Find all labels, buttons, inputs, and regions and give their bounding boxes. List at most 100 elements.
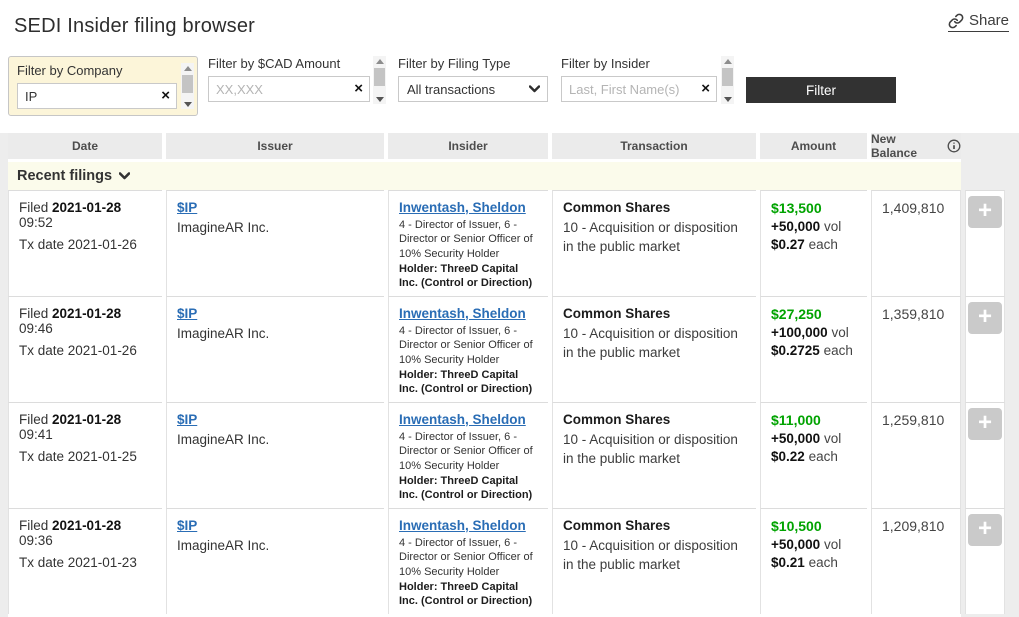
amount-filter-label: Filter by $CAD Amount — [208, 56, 370, 71]
insider-roles: 4 - Director of Issuer, 6 - Director or … — [399, 536, 538, 579]
tx-date: Tx date 2021-01-26 — [19, 343, 152, 358]
spinner-track[interactable] — [721, 66, 734, 94]
amount-value: $11,000 — [771, 412, 857, 428]
amount-value: $13,500 — [771, 200, 857, 216]
header-new-balance: New Balance — [871, 133, 961, 159]
clear-icon[interactable]: × — [352, 80, 365, 98]
issuer-cell: $IP ImagineAR Inc. — [166, 402, 384, 508]
page-title: SEDI Insider filing browser — [14, 15, 255, 38]
top-bar: SEDI Insider filing browser Share — [0, 0, 1019, 46]
insider-roles: 4 - Director of Issuer, 6 - Director or … — [399, 218, 538, 261]
recent-filings-toggle[interactable]: Recent filings — [8, 162, 961, 190]
plus-icon: + — [978, 411, 992, 435]
spinner-down-arrow-icon[interactable] — [181, 99, 194, 109]
filing-type-filter-label: Filter by Filing Type — [398, 56, 548, 71]
clear-icon[interactable]: × — [699, 80, 712, 98]
amount-cell: $27,250 +100,000 vol $0.2725 each — [760, 296, 867, 402]
actions-cell: + — [965, 402, 1005, 508]
transaction-cell: Common Shares 10 - Acquisition or dispos… — [552, 190, 756, 296]
tx-date: Tx date 2021-01-26 — [19, 237, 152, 252]
clear-icon[interactable]: × — [159, 87, 172, 105]
expand-row-button[interactable]: + — [968, 514, 1002, 546]
left-gutter — [0, 133, 8, 617]
issuer-name: ImagineAR Inc. — [177, 326, 374, 341]
link-icon — [948, 13, 964, 29]
transaction-cell: Common Shares 10 - Acquisition or dispos… — [552, 402, 756, 508]
issuer-link[interactable]: $IP — [177, 518, 197, 533]
insider-link[interactable]: Inwentash, Sheldon — [399, 200, 526, 215]
transaction-type: 10 - Acquisition or disposition in the p… — [563, 219, 746, 257]
new-balance-cell: 1,359,810 — [871, 296, 961, 402]
issuer-cell: $IP ImagineAR Inc. — [166, 296, 384, 402]
header-insider: Insider — [388, 133, 548, 159]
table-header-row: Date Issuer Insider Transaction Amount N… — [8, 133, 1019, 159]
company-filter-group: Filter by Company × — [8, 56, 198, 116]
table-body: Filed 2021-01-28 09:52 Tx date 2021-01-2… — [8, 190, 1019, 614]
expand-row-button[interactable]: + — [968, 196, 1002, 228]
spinner-thumb[interactable] — [374, 68, 385, 86]
issuer-link[interactable]: $IP — [177, 200, 197, 215]
spinner-down-arrow-icon[interactable] — [373, 94, 386, 104]
amount-cell: $11,000 +50,000 vol $0.22 each — [760, 402, 867, 508]
security-type: Common Shares — [563, 518, 746, 533]
new-balance-cell: 1,409,810 — [871, 190, 961, 296]
share-label: Share — [969, 12, 1009, 29]
spinner-up-arrow-icon[interactable] — [181, 63, 194, 73]
expand-row-button[interactable]: + — [968, 408, 1002, 440]
insider-link[interactable]: Inwentash, Sheldon — [399, 412, 526, 427]
transaction-type: 10 - Acquisition or disposition in the p… — [563, 537, 746, 575]
insider-cell: Inwentash, Sheldon 4 - Director of Issue… — [388, 402, 548, 508]
insider-link[interactable]: Inwentash, Sheldon — [399, 306, 526, 321]
company-filter-spinner[interactable] — [181, 63, 194, 109]
tx-date: Tx date 2021-01-25 — [19, 449, 152, 464]
issuer-name: ImagineAR Inc. — [177, 220, 374, 235]
expand-row-button[interactable]: + — [968, 302, 1002, 334]
spinner-track[interactable] — [373, 66, 386, 94]
date-cell: Filed 2021-01-28 09:36 Tx date 2021-01-2… — [8, 508, 162, 614]
filing-type-filter-group: Filter by Filing Type All transactions — [398, 56, 548, 102]
issuer-name: ImagineAR Inc. — [177, 538, 374, 553]
security-type: Common Shares — [563, 412, 746, 427]
insider-filter-input[interactable] — [561, 76, 717, 102]
spinner-track[interactable] — [181, 73, 194, 99]
insider-filter-group: Filter by Insider × — [561, 56, 746, 104]
issuer-link[interactable]: $IP — [177, 412, 197, 427]
info-icon[interactable] — [947, 139, 961, 153]
date-cell: Filed 2021-01-28 09:41 Tx date 2021-01-2… — [8, 402, 162, 508]
issuer-link[interactable]: $IP — [177, 306, 197, 321]
insider-cell: Inwentash, Sheldon 4 - Director of Issue… — [388, 296, 548, 402]
filing-type-select[interactable]: All transactions — [398, 76, 548, 102]
insider-filter-spinner[interactable] — [721, 56, 734, 104]
amount-value: $27,250 — [771, 306, 857, 322]
actions-cell: + — [965, 190, 1005, 296]
amount-cell: $10,500 +50,000 vol $0.21 each — [760, 508, 867, 614]
spinner-down-arrow-icon[interactable] — [721, 94, 734, 104]
insider-roles: 4 - Director of Issuer, 6 - Director or … — [399, 430, 538, 473]
tx-date: Tx date 2021-01-23 — [19, 555, 152, 570]
issuer-cell: $IP ImagineAR Inc. — [166, 508, 384, 614]
amount-filter-input[interactable] — [208, 76, 370, 102]
filter-bar: Filter by Company × Filter by $CAD Amoun… — [8, 56, 1019, 116]
plus-icon: + — [978, 305, 992, 329]
date-cell: Filed 2021-01-28 09:52 Tx date 2021-01-2… — [8, 190, 162, 296]
spinner-up-arrow-icon[interactable] — [721, 56, 734, 66]
spinner-thumb[interactable] — [722, 68, 733, 86]
insider-holder: Holder: ThreeD Capital Inc. (Control or … — [399, 368, 538, 397]
company-filter-input[interactable] — [17, 83, 177, 109]
actions-cell: + — [965, 508, 1005, 614]
chevron-down-icon — [119, 172, 130, 180]
amount-filter-spinner[interactable] — [373, 56, 386, 104]
insider-holder: Holder: ThreeD Capital Inc. (Control or … — [399, 474, 538, 503]
spinner-thumb[interactable] — [182, 75, 193, 93]
spinner-up-arrow-icon[interactable] — [373, 56, 386, 66]
security-type: Common Shares — [563, 306, 746, 321]
insider-link[interactable]: Inwentash, Sheldon — [399, 518, 526, 533]
header-amount: Amount — [760, 133, 867, 159]
plus-icon: + — [978, 199, 992, 223]
transaction-type: 10 - Acquisition or disposition in the p… — [563, 325, 746, 363]
transaction-type: 10 - Acquisition or disposition in the p… — [563, 431, 746, 469]
issuer-cell: $IP ImagineAR Inc. — [166, 190, 384, 296]
filter-submit-button[interactable]: Filter — [746, 77, 896, 103]
insider-cell: Inwentash, Sheldon 4 - Director of Issue… — [388, 508, 548, 614]
share-link[interactable]: Share — [948, 12, 1009, 32]
